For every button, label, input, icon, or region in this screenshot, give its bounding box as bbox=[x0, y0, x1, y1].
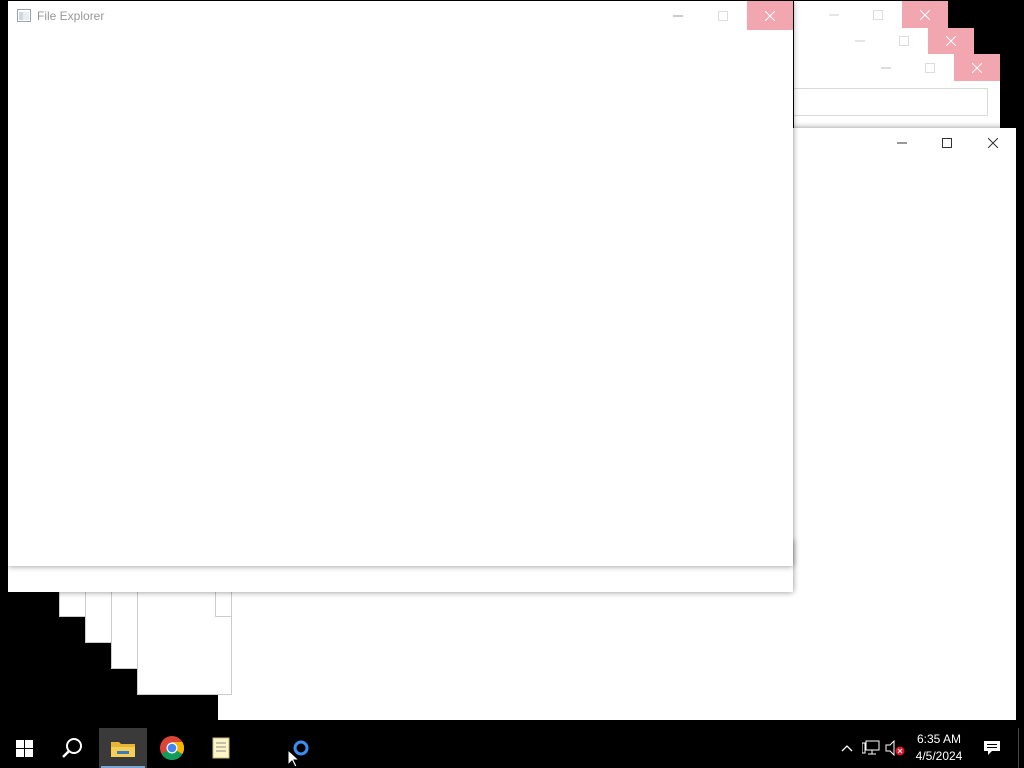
taskbar-chrome[interactable] bbox=[148, 728, 196, 768]
chevron-up-icon bbox=[841, 745, 853, 752]
address-field[interactable] bbox=[794, 88, 988, 116]
taskbar-notepad[interactable] bbox=[197, 728, 245, 768]
background-window-3[interactable] bbox=[794, 28, 974, 54]
folder-icon bbox=[111, 742, 135, 757]
network-button[interactable] bbox=[860, 728, 882, 768]
taskbar-file-explorer[interactable] bbox=[99, 728, 147, 768]
title-bar[interactable]: File Explorer bbox=[8, 1, 793, 30]
maximize-button[interactable] bbox=[882, 28, 926, 54]
maximize-button[interactable] bbox=[908, 54, 952, 81]
minimize-button[interactable] bbox=[838, 28, 882, 54]
maximize-icon bbox=[899, 36, 909, 46]
clock-date: 4/5/2024 bbox=[915, 749, 963, 763]
file-explorer-app-icon bbox=[17, 9, 31, 22]
close-icon bbox=[765, 10, 775, 21]
start-button[interactable] bbox=[0, 728, 48, 768]
close-button[interactable] bbox=[747, 1, 793, 30]
maximize-icon bbox=[925, 62, 935, 73]
minimize-button[interactable] bbox=[879, 128, 925, 157]
minimize-button[interactable] bbox=[812, 1, 856, 28]
search-button[interactable] bbox=[48, 728, 96, 768]
maximize-button[interactable] bbox=[856, 1, 900, 28]
mouse-cursor-icon bbox=[287, 749, 299, 768]
close-icon bbox=[920, 9, 930, 20]
close-button[interactable] bbox=[970, 128, 1016, 157]
search-icon bbox=[62, 738, 82, 758]
show-desktop-button[interactable] bbox=[1018, 728, 1024, 768]
action-center-button[interactable] bbox=[978, 728, 1006, 768]
taskbar-cortana[interactable] bbox=[277, 728, 325, 768]
window-edge[interactable] bbox=[215, 590, 232, 617]
minimize-button[interactable] bbox=[864, 54, 908, 81]
background-window-2[interactable] bbox=[794, 54, 1000, 129]
network-icon bbox=[862, 740, 880, 755]
minimize-icon bbox=[881, 67, 891, 68]
clock[interactable]: 6:35 AM 4/5/2024 bbox=[906, 728, 972, 768]
close-icon bbox=[988, 137, 998, 148]
clock-time: 6:35 AM bbox=[916, 732, 962, 746]
minimize-icon bbox=[829, 14, 839, 15]
maximize-icon bbox=[718, 10, 728, 21]
maximize-icon bbox=[942, 137, 952, 148]
windows-logo-icon bbox=[15, 739, 33, 757]
volume-button[interactable] bbox=[884, 728, 906, 768]
maximize-icon bbox=[873, 9, 883, 20]
show-hidden-icons-button[interactable] bbox=[838, 728, 856, 768]
minimize-button[interactable] bbox=[655, 1, 701, 30]
file-explorer-window[interactable]: File Explorer bbox=[8, 1, 793, 566]
taskbar: 6:35 AM 4/5/2024 bbox=[0, 728, 1024, 768]
minimize-icon bbox=[673, 15, 683, 16]
chrome-icon bbox=[160, 736, 184, 760]
close-button[interactable] bbox=[928, 28, 974, 54]
notification-icon bbox=[984, 741, 1000, 755]
close-button[interactable] bbox=[902, 1, 948, 28]
background-window-4[interactable] bbox=[794, 1, 948, 28]
notepad-icon bbox=[212, 737, 230, 759]
window-title: File Explorer bbox=[37, 9, 105, 23]
maximize-button[interactable] bbox=[700, 1, 746, 30]
volume-muted-icon bbox=[885, 740, 905, 756]
close-icon bbox=[946, 36, 956, 46]
minimize-icon bbox=[855, 40, 865, 42]
close-icon bbox=[972, 62, 982, 73]
minimize-icon bbox=[897, 142, 907, 143]
maximize-button[interactable] bbox=[924, 128, 970, 157]
close-button[interactable] bbox=[954, 54, 1000, 81]
